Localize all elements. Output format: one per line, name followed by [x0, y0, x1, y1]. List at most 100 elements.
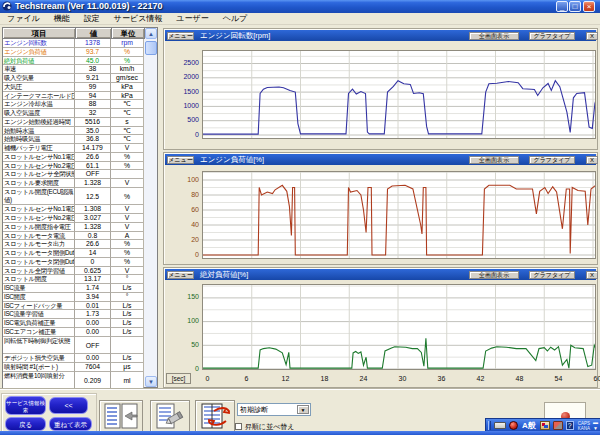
close-button[interactable]: ×: [583, 1, 595, 12]
chart-menu-button[interactable]: メニュー: [167, 271, 194, 280]
table-row[interactable]: ISC流量1.74L/s: [3, 284, 144, 293]
table-row[interactable]: 吸入空気温度32℃: [3, 109, 144, 118]
menu-item-0[interactable]: ファイル: [0, 13, 47, 25]
table-row[interactable]: スロットル開度指令電圧1.328V: [3, 223, 144, 232]
table-row[interactable]: ISC流量学習値1.73L/s: [3, 310, 144, 319]
cell-value: 0.00: [75, 319, 111, 328]
menu-item-4[interactable]: ユーザー: [169, 13, 215, 25]
cell-unit: ℃: [111, 135, 144, 144]
column-header-item[interactable]: 項目: [3, 28, 76, 39]
table-row[interactable]: 吸入空気量9.21gm/sec: [3, 74, 144, 83]
overlay-display-button[interactable]: 重ねて表示: [49, 417, 92, 431]
table-row[interactable]: エンジン始動後経過時間5516s: [3, 118, 144, 127]
chart-series-0: [203, 51, 595, 138]
column-header-value[interactable]: 値: [76, 28, 112, 39]
ime-mode-label[interactable]: A般: [522, 420, 536, 431]
x-axis-tick-label: 0: [206, 374, 210, 383]
sort-refresh-button[interactable]: [195, 400, 235, 432]
table-scrollbar[interactable]: ▲ ▼: [143, 28, 157, 387]
chart-fullscreen-button[interactable]: 全画面表示: [469, 156, 519, 165]
chart-graphtype-button[interactable]: グラフタイプ: [529, 156, 575, 165]
table-row[interactable]: ISCフィードバック量0.01L/s: [3, 302, 144, 311]
table-row[interactable]: 絶対負荷値45.0%: [3, 57, 144, 66]
sort-ascending-checkbox[interactable]: [235, 423, 242, 430]
collapse-button[interactable]: <<: [49, 397, 88, 414]
x-axis-tick-label: 60: [594, 374, 600, 383]
table-row[interactable]: スロットル開度13.17°: [3, 275, 144, 284]
chart-graphtype-button[interactable]: グラフタイプ: [529, 271, 575, 280]
diagnosis-mode-dropdown[interactable]: 初期診断 ▼: [237, 403, 311, 416]
table-row[interactable]: スロットルモータ閉側Duty比0%: [3, 258, 144, 267]
table-row[interactable]: スロットルモータ開側Duty比14%: [3, 249, 144, 258]
table-row[interactable]: エンジン負荷値93.7%: [3, 48, 144, 57]
table-row[interactable]: 車速38km/h: [3, 65, 144, 74]
table-row[interactable]: 噴射時間 #1(ポート)7604μs: [3, 363, 144, 372]
table-row[interactable]: 回転低下時制御判定状態OFF: [3, 337, 144, 355]
table-row[interactable]: スロットルセンサ全閉状態OFF: [3, 170, 144, 179]
cell-value: 3.94: [75, 293, 111, 302]
table-row[interactable]: エンジン回転数1378rpm: [3, 39, 144, 48]
ime-help-icon[interactable]: ?: [566, 421, 574, 430]
table-row[interactable]: スロットルモータ電流0.8A: [3, 232, 144, 241]
datalist-compare-button[interactable]: [99, 400, 143, 432]
ime-minimize-controls[interactable]: ▬ ▼: [593, 420, 598, 431]
record-edit-button[interactable]: [150, 400, 190, 432]
scrollbar-thumb[interactable]: [145, 41, 157, 55]
ime-dictionary-icon[interactable]: [540, 421, 550, 430]
maximize-button[interactable]: □: [569, 1, 581, 12]
table-row[interactable]: スロットル全閉学習値0.625V: [3, 267, 144, 276]
cell-item: 回転低下時制御判定状態: [3, 337, 75, 355]
back-button[interactable]: 戻る: [5, 417, 46, 431]
table-row[interactable]: 始動時水温35.0℃: [3, 127, 144, 136]
ime-tools-icon[interactable]: [553, 421, 563, 430]
table-row[interactable]: スロットル要求開度1.328V: [3, 179, 144, 188]
ime-logo-icon[interactable]: [509, 421, 518, 430]
chart-menu-button[interactable]: メニュー: [167, 156, 194, 165]
dropdown-arrow-icon[interactable]: ▼: [297, 405, 309, 414]
scroll-up-button[interactable]: ▲: [145, 28, 157, 39]
table-row[interactable]: 燃料消費量10回噴射分0.209ml: [3, 372, 144, 390]
menu-item-3[interactable]: サービス情報: [107, 13, 170, 25]
x-axis-tick-label: 42: [477, 374, 485, 383]
menu-item-2[interactable]: 設定: [77, 13, 107, 25]
chart-fullscreen-button[interactable]: 全画面表示: [469, 271, 519, 280]
table-row[interactable]: 補機バッテリ電圧14.179V: [3, 144, 144, 153]
table-row[interactable]: デポジット損失空気量0.00L/s: [3, 354, 144, 363]
scroll-down-button[interactable]: ▼: [145, 376, 157, 387]
chart-fullscreen-button[interactable]: 全画面表示: [469, 32, 519, 41]
kana-indicator[interactable]: KANA: [578, 426, 590, 431]
table-row[interactable]: 始動時吸気温36.8℃: [3, 135, 144, 144]
table-row[interactable]: エンジン冷却水温88℃: [3, 100, 144, 109]
cell-unit: °: [111, 293, 144, 302]
cell-unit: [111, 170, 144, 179]
table-row[interactable]: スロットルセンサNo.2電圧比61.1%: [3, 162, 144, 171]
x-axis-tick-label: 36: [438, 374, 446, 383]
table-row[interactable]: スロットルセンサNo.2電圧3.027V: [3, 214, 144, 223]
minimize-button[interactable]: _: [556, 1, 568, 12]
chart-close-button[interactable]: X: [586, 271, 598, 280]
table-row[interactable]: スロットルセンサNo.1電圧1.308V: [3, 205, 144, 214]
cell-item: 吸入空気量: [3, 74, 75, 83]
table-row[interactable]: ISCエアコン補正量0.00L/s: [3, 328, 144, 337]
chart-close-button[interactable]: X: [586, 156, 598, 165]
column-header-unit[interactable]: 単位: [112, 28, 145, 39]
keyboard-icon[interactable]: [494, 422, 506, 429]
menu-item-5[interactable]: ヘルプ: [216, 13, 255, 25]
menu-item-1[interactable]: 機能: [47, 13, 77, 25]
table-row[interactable]: スロットルモータ出力26.6%: [3, 240, 144, 249]
cell-value: 12.5: [75, 188, 111, 206]
table-row[interactable]: スロットルセンサNo.1電圧比26.6%: [3, 153, 144, 162]
table-row[interactable]: ISC開度3.94°: [3, 293, 144, 302]
table-row[interactable]: ISC電気負荷補正量0.00L/s: [3, 319, 144, 328]
chart-graphtype-button[interactable]: グラフタイプ: [529, 32, 575, 41]
cell-item: 噴射時間 #1(ポート): [3, 363, 75, 372]
cell-item: スロットルセンサ全閉状態: [3, 170, 75, 179]
table-row[interactable]: 大気圧99kPa: [3, 83, 144, 92]
ime-gripper[interactable]: [488, 421, 491, 430]
service-info-search-button[interactable]: サービス情報検索: [5, 396, 46, 415]
table-row[interactable]: インテークマニホールド圧94kPa: [3, 92, 144, 101]
taskbar-edge[interactable]: [0, 431, 600, 435]
chart-close-button[interactable]: X: [586, 32, 598, 41]
table-row[interactable]: スロットル開度(ECU認識値)12.5%: [3, 188, 144, 206]
chart-menu-button[interactable]: メニュー: [167, 32, 194, 41]
